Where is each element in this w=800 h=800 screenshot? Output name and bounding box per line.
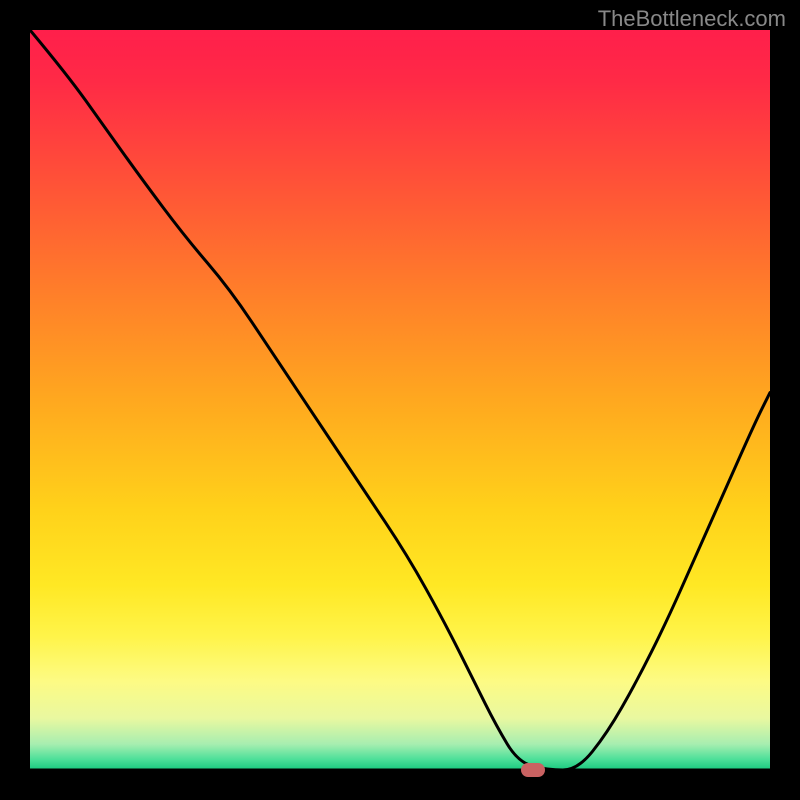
plot-area (30, 30, 770, 770)
watermark-text: TheBottleneck.com (598, 6, 786, 32)
optimal-point-marker (521, 763, 545, 777)
chart-curve (30, 30, 770, 770)
